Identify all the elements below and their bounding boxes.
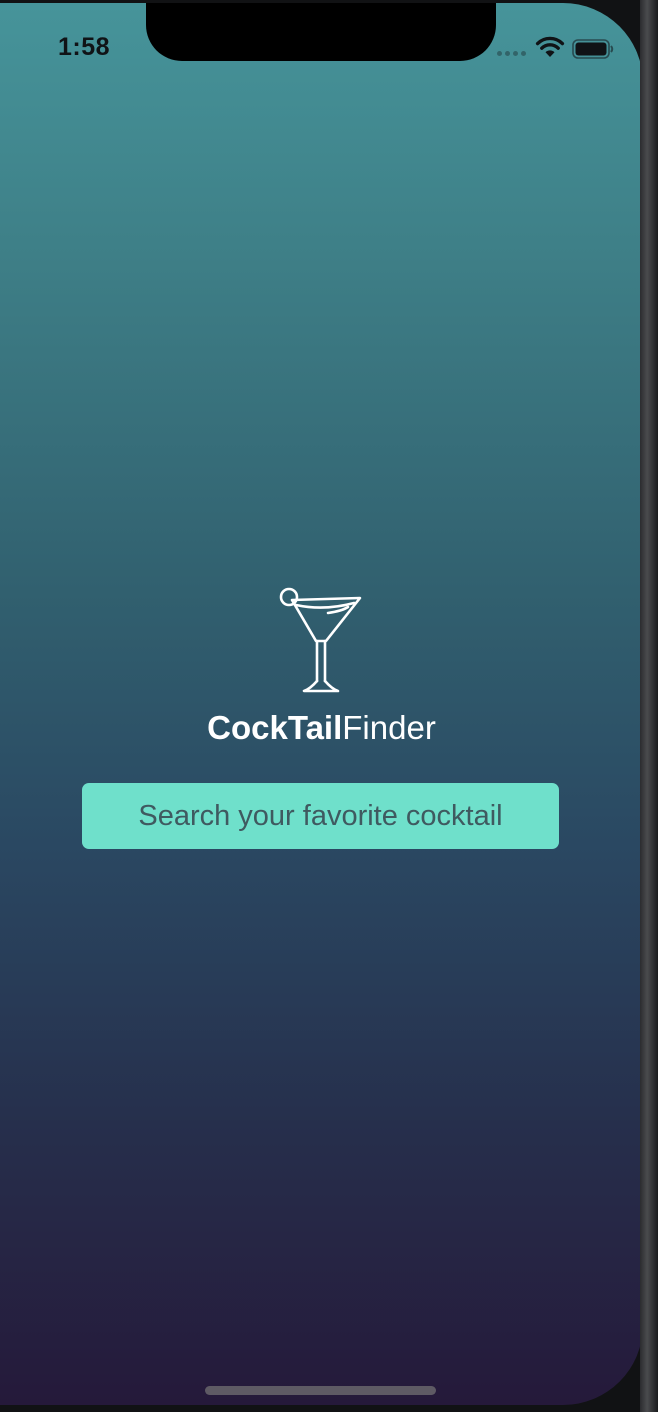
signal-dots-icon (497, 51, 526, 56)
status-time: 1:58 (58, 33, 111, 61)
app-screen: 1:58 CockTailFinder Search your favorite… (0, 3, 643, 1405)
martini-glass-icon (279, 587, 362, 693)
brand-bold-text: CockTail (207, 709, 343, 746)
device-notch (146, 3, 496, 61)
device-bezel (640, 0, 658, 1412)
app-brand-title: CockTailFinder (0, 709, 643, 747)
device-frame: 1:58 CockTailFinder Search your favorite… (0, 0, 658, 1412)
brand-light-text: Finder (342, 709, 436, 746)
search-cocktail-button[interactable]: Search your favorite cocktail (82, 783, 559, 849)
battery-icon (572, 39, 614, 59)
wifi-icon (535, 36, 565, 57)
home-indicator[interactable] (205, 1386, 436, 1395)
